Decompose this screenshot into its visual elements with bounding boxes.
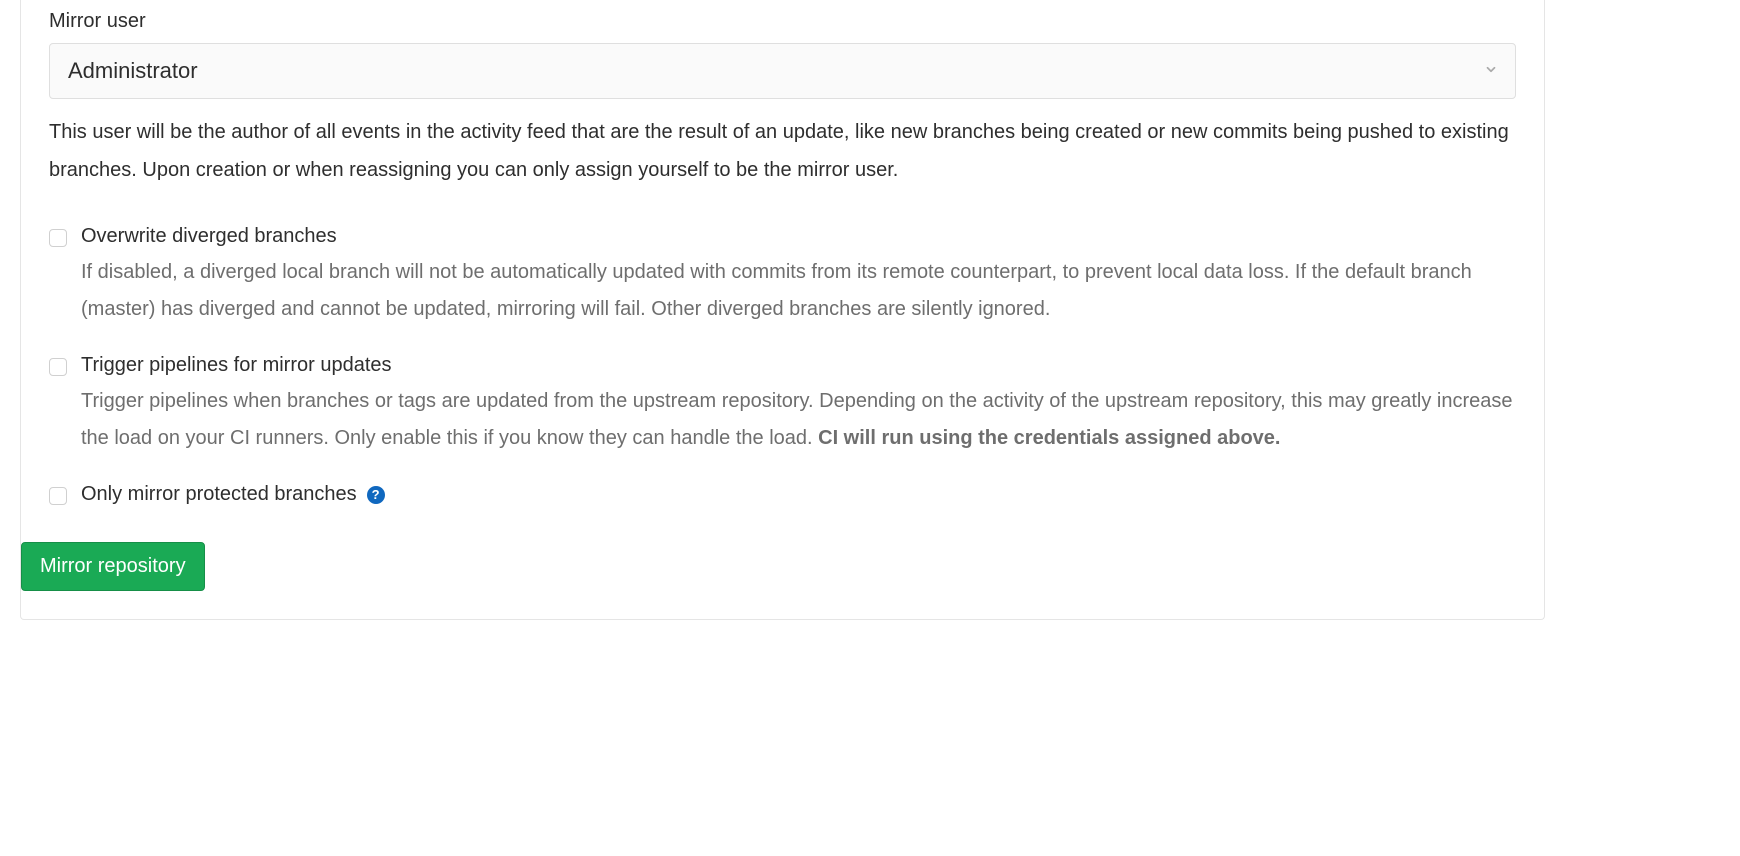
- mirror-options: Overwrite diverged branches If disabled,…: [49, 225, 1516, 506]
- overwrite-diverged-checkbox[interactable]: [49, 229, 67, 247]
- mirror-repository-button[interactable]: Mirror repository: [21, 542, 205, 591]
- overwrite-diverged-description: If disabled, a diverged local branch wil…: [81, 254, 1516, 328]
- trigger-pipelines-content: Trigger pipelines for mirror updates Tri…: [81, 354, 1516, 457]
- trigger-pipelines-description: Trigger pipelines when branches or tags …: [81, 383, 1516, 457]
- trigger-pipelines-checkbox[interactable]: [49, 358, 67, 376]
- mirror-user-select[interactable]: Administrator: [49, 43, 1516, 99]
- mirror-user-label: Mirror user: [49, 10, 1516, 33]
- mirror-user-description: This user will be the author of all even…: [49, 113, 1516, 189]
- protected-branches-label[interactable]: Only mirror protected branches: [81, 483, 357, 505]
- overwrite-diverged-content: Overwrite diverged branches If disabled,…: [81, 225, 1516, 328]
- protected-branches-checkbox[interactable]: [49, 487, 67, 505]
- mirror-user-select-wrapper: Administrator: [49, 43, 1516, 99]
- trigger-pipelines-label[interactable]: Trigger pipelines for mirror updates: [81, 354, 392, 376]
- help-icon[interactable]: ?: [367, 486, 385, 504]
- overwrite-diverged-label[interactable]: Overwrite diverged branches: [81, 225, 337, 247]
- mirror-settings-panel: Mirror user Administrator This user will…: [20, 0, 1545, 620]
- mirror-user-field: Mirror user Administrator This user will…: [49, 10, 1516, 189]
- overwrite-diverged-option: Overwrite diverged branches If disabled,…: [49, 225, 1516, 328]
- protected-branches-option: Only mirror protected branches ?: [49, 483, 1516, 506]
- trigger-pipelines-option: Trigger pipelines for mirror updates Tri…: [49, 354, 1516, 457]
- protected-branches-content: Only mirror protected branches ?: [81, 483, 1516, 506]
